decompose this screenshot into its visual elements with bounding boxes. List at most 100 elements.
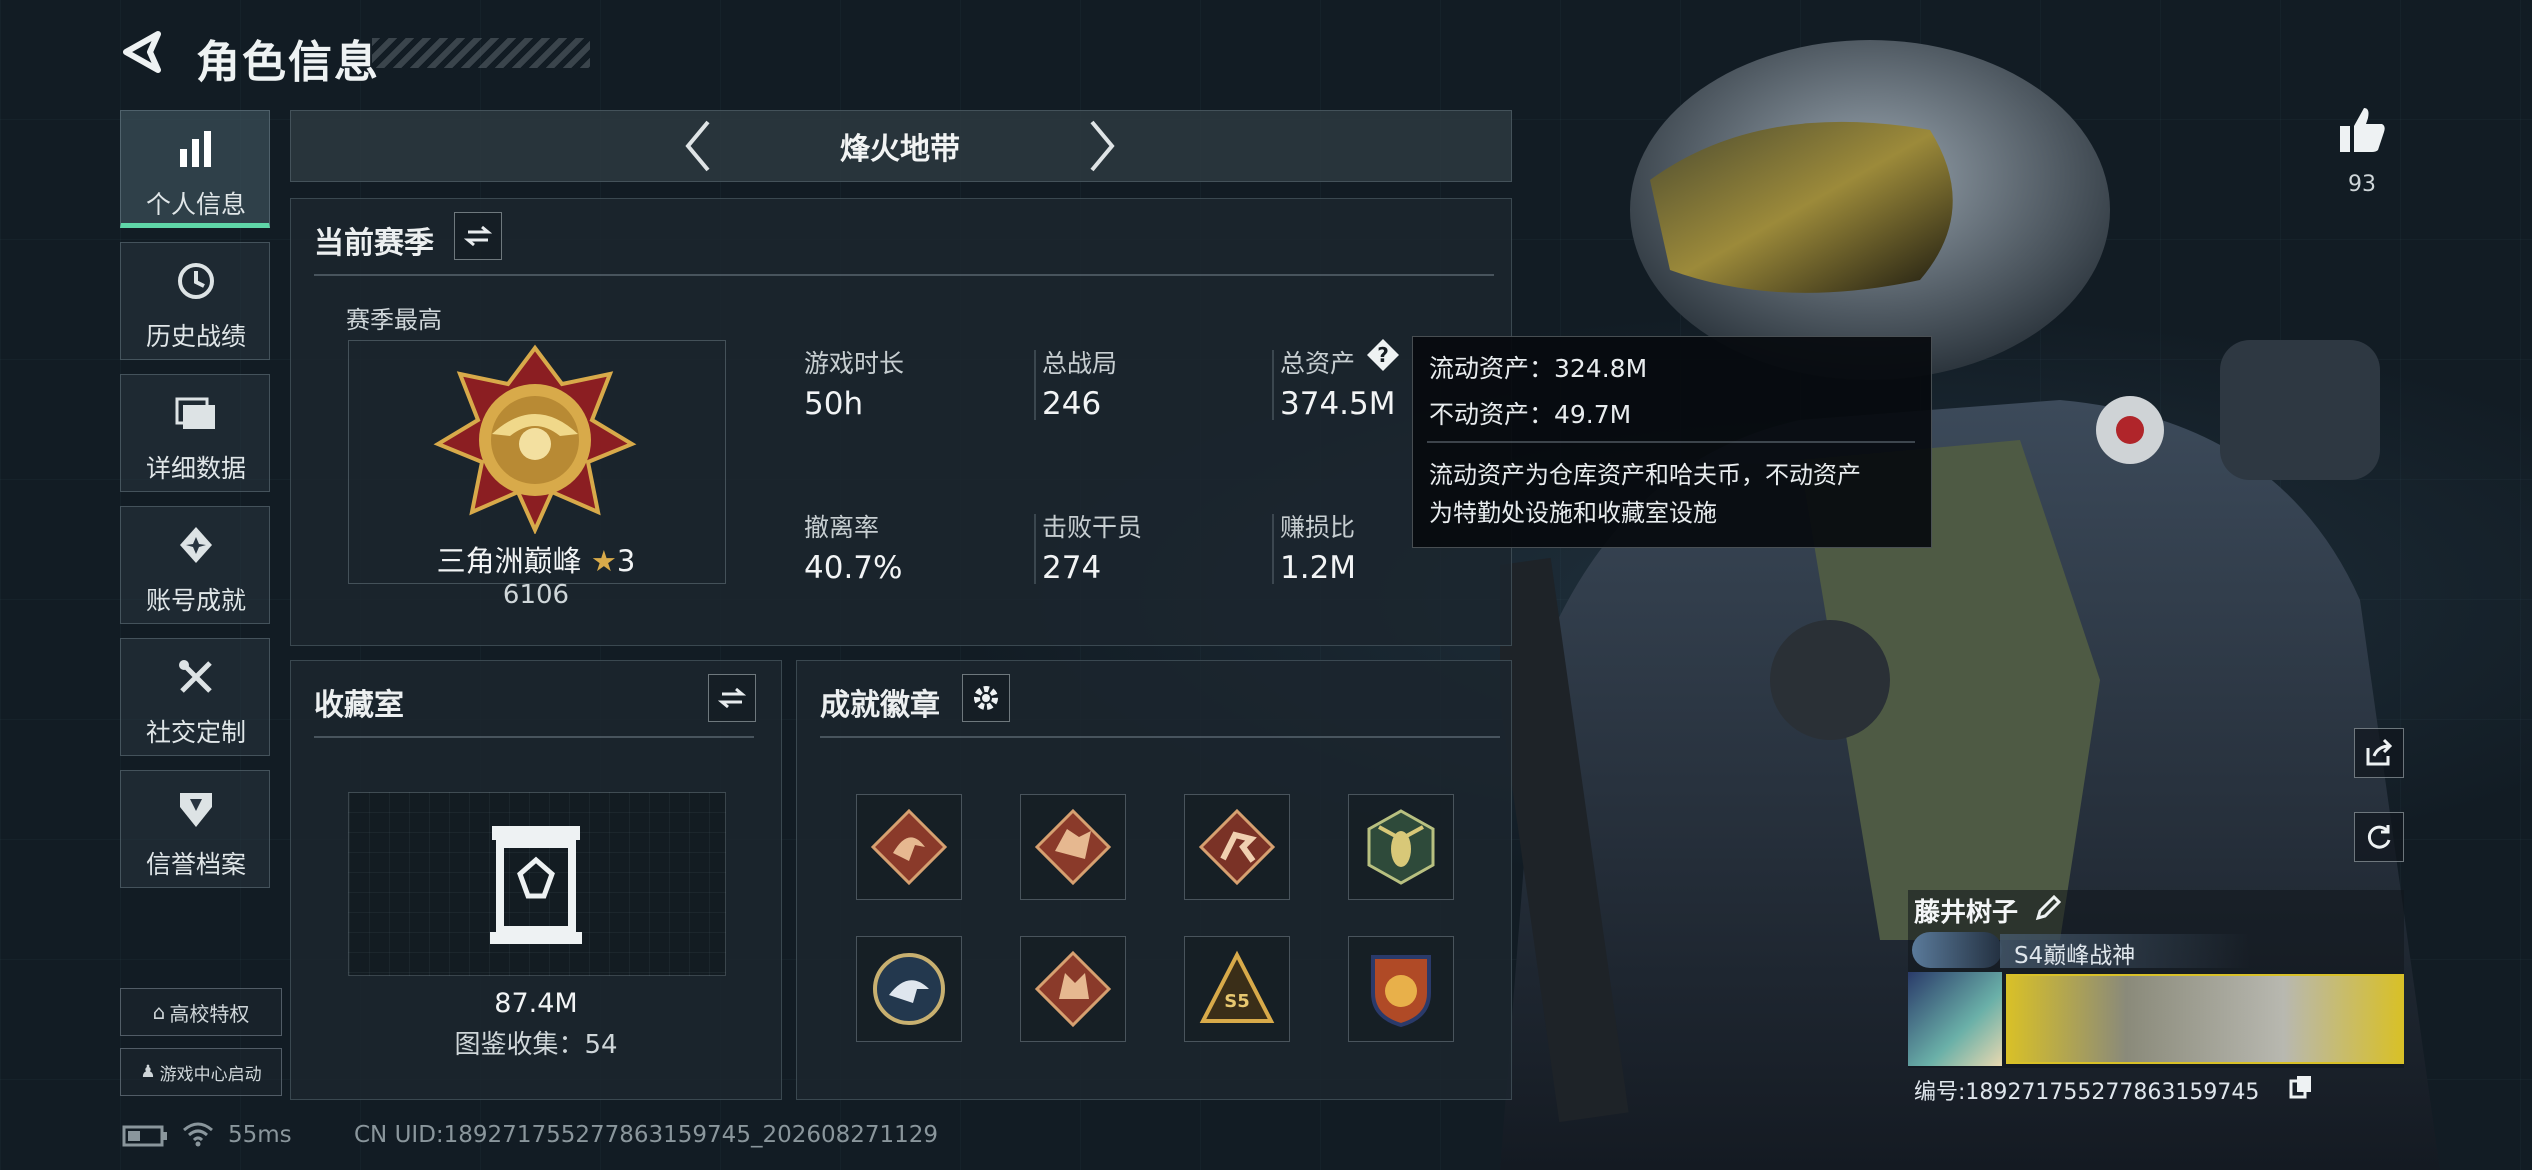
share-button[interactable] — [2354, 728, 2404, 778]
divider — [1272, 514, 1274, 584]
sidebar-item-detail-data[interactable]: 详细数据 — [120, 374, 270, 492]
divider — [1272, 350, 1274, 420]
campus-privilege-button[interactable]: ⌂ 高校特权 — [120, 988, 282, 1036]
achievement-title: 成就徽章 — [820, 688, 940, 723]
tooltip-description: 流动资产为仓库资产和哈夫币，不动资产 — [1429, 461, 1861, 489]
battery-icon — [122, 1125, 167, 1147]
divider — [1034, 350, 1036, 420]
avatar-frame[interactable] — [1908, 972, 2002, 1066]
game-center-button[interactable]: ♟ 游戏中心启动 — [120, 1048, 282, 1096]
divider — [820, 736, 1500, 738]
collection-title: 收藏室 — [314, 688, 404, 723]
clock-icon — [178, 263, 214, 299]
stat-label: 总战局 — [1042, 349, 1118, 378]
likes-count: 93 — [2348, 172, 2376, 197]
stat-value: 246 — [1042, 386, 1102, 422]
title-decoration — [372, 38, 590, 68]
player-id: 编号:18927175527786315974​5 — [1914, 1080, 2260, 1105]
collection-switch-button[interactable] — [708, 674, 756, 722]
ping-value: 55ms — [228, 1122, 292, 1148]
season-best-label: 赛季最高 — [346, 306, 442, 334]
sidebar-item-label: 个人信息 — [145, 190, 246, 219]
stat-value: 274 — [1042, 550, 1102, 586]
divider — [314, 736, 754, 738]
stat-value: 374.5M — [1280, 386, 1396, 422]
beast-badge-icon[interactable] — [1020, 936, 1126, 1042]
stat-value: 1.2M — [1280, 550, 1357, 586]
eagle-badge-icon[interactable] — [856, 936, 962, 1042]
tools-icon — [179, 660, 212, 693]
asset-help-icon[interactable]: ? — [1366, 338, 1400, 372]
folder-icon — [175, 397, 215, 429]
stat-value: 40.7% — [804, 550, 903, 586]
tooltip-fixed-assets: 不动资产：49.7M — [1429, 400, 1632, 429]
asset-tooltip: 流动资产：324.8M 不动资产：49.7M 流动资产为仓库资产和哈夫币，不动资… — [1412, 336, 1932, 548]
season-title: 当前赛季 — [314, 226, 434, 261]
tooltip-description: 为特勤处设施和收藏室设施 — [1429, 499, 1717, 527]
back-arrow-icon[interactable] — [118, 28, 168, 76]
wolf-badge-icon[interactable] — [1020, 794, 1126, 900]
gear-icon — [974, 686, 998, 710]
sidebar-item-label: 社交定制 — [145, 718, 246, 747]
name-card-banner[interactable] — [2006, 974, 2404, 1064]
sidebar-item-achievement[interactable]: 账号成就 — [120, 506, 270, 624]
swap-icon — [464, 225, 492, 247]
tooltip-liquid-assets: 流动资产：324.8M — [1429, 354, 1648, 383]
stat-label: 总资产 — [1280, 349, 1356, 378]
uid-label: CN UID:18927175527786315974​5_2026082711… — [354, 1122, 939, 1148]
qq-icon: ♟ — [140, 1062, 156, 1082]
refresh-icon — [2367, 825, 2391, 849]
medal-badge-icon[interactable] — [1348, 936, 1454, 1042]
sidebar-item-credit[interactable]: 信誉档案 — [120, 770, 270, 888]
thumbs-up-icon[interactable] — [2336, 104, 2388, 156]
mode-title: 烽火地带 — [840, 132, 960, 167]
achievement-icon — [180, 527, 212, 563]
collection-value: 87.4M — [494, 988, 578, 1019]
divider — [314, 274, 1494, 276]
rank-emblem-icon — [433, 344, 637, 534]
sidebar-item-label: 详细数据 — [145, 454, 246, 483]
collection-count: 图鉴收集：54 — [454, 1030, 618, 1060]
next-mode-arrow-icon[interactable] — [1084, 118, 1120, 174]
player-title-badge: S4巅峰战神 — [2014, 943, 2136, 969]
rank-name: 三角洲巅峰 ★3 — [436, 544, 636, 578]
edit-icon[interactable] — [2034, 894, 2062, 922]
rank-star-icon: ★ — [590, 544, 617, 578]
season-switch-button[interactable] — [454, 212, 502, 260]
player-name: 藤井树子 — [1914, 898, 2019, 928]
sidebar-item-label: 信誉档案 — [145, 850, 246, 879]
rank-stars: 3 — [616, 544, 636, 578]
prev-mode-arrow-icon[interactable] — [680, 118, 716, 174]
stat-value: 50h — [804, 386, 864, 422]
sidebar-item-label: 历史战绩 — [145, 322, 246, 351]
wasp-badge-icon[interactable] — [1348, 794, 1454, 900]
sidebar-item-social[interactable]: 社交定制 — [120, 638, 270, 756]
sidebar-item-label: 账号成就 — [145, 586, 246, 615]
display-case-icon — [490, 826, 582, 944]
sidebar-item-history[interactable]: 历史战绩 — [120, 242, 270, 360]
s5-badge-icon[interactable]: S5 — [1184, 936, 1290, 1042]
refresh-button[interactable] — [2354, 812, 2404, 862]
sidebar-item-personal-info[interactable]: 个人信息 — [120, 110, 270, 228]
achievement-settings-button[interactable] — [962, 674, 1010, 722]
campus-icon: ⌂ — [152, 1000, 166, 1024]
bar-chart-icon — [180, 131, 211, 167]
wifi-icon — [183, 1122, 213, 1147]
rank-score: 6106 — [502, 580, 570, 610]
dragon-badge-icon[interactable] — [856, 794, 962, 900]
stat-label: 击败干员 — [1042, 513, 1143, 542]
svg-text:S5: S5 — [1224, 991, 1250, 1012]
title-badge-icon — [1912, 932, 2002, 968]
stat-label: 赚损比 — [1280, 513, 1356, 542]
runner-badge-icon[interactable] — [1184, 794, 1290, 900]
stat-label: 游戏时长 — [804, 349, 905, 378]
stat-label: 撤离率 — [804, 513, 880, 542]
swap-icon — [718, 687, 746, 709]
divider — [1034, 514, 1036, 584]
page-title: 角色信息 — [196, 37, 380, 88]
copy-icon[interactable] — [2288, 1074, 2314, 1100]
divider — [1427, 441, 1915, 443]
shield-icon — [180, 793, 212, 827]
svg-text:?: ? — [1377, 343, 1389, 367]
share-icon — [2366, 738, 2393, 766]
